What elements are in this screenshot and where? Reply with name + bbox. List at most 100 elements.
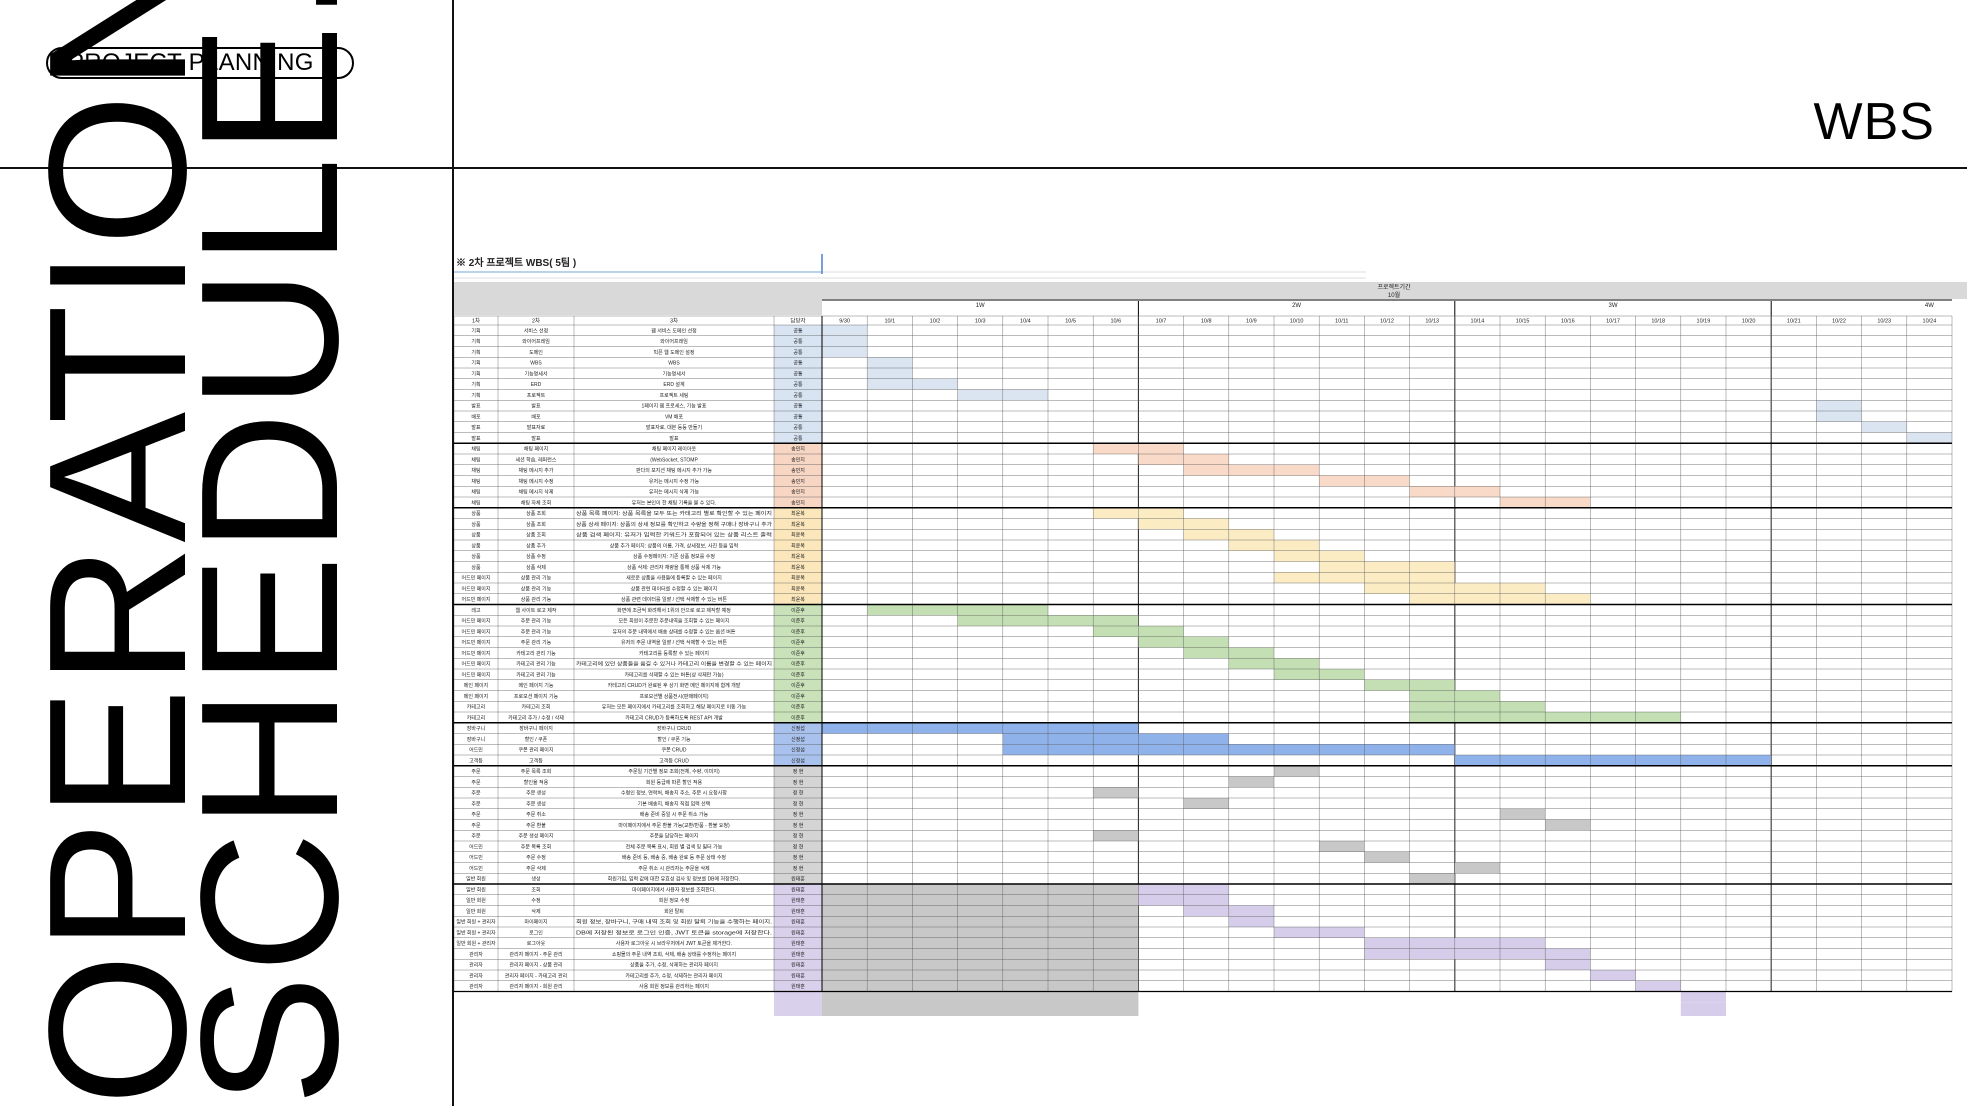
row-task: 카테고리 관리 기능 <box>516 661 556 668</box>
date-header: 10/23 <box>1877 319 1891 325</box>
row-detail: 수령인 정보, 연락처, 배송지 주소, 주문 시 요청사항 <box>621 790 727 797</box>
row-task: 상품 관리 기능 <box>521 585 552 592</box>
schedule-bar <box>1906 432 1952 444</box>
row-assignee: 정 현 <box>793 822 804 829</box>
row-assignee: 이준후 <box>791 607 805 614</box>
row-assignee: 원태훈 <box>791 897 805 904</box>
date-header: 10/4 <box>1020 319 1031 325</box>
row-assignee: 정 현 <box>793 768 804 775</box>
row-detail: 주문을 담당하는 페이지 <box>650 833 699 840</box>
row-task: 상품 삭제 <box>526 564 546 571</box>
side-title-line2: SCHEDULE. <box>160 0 379 1106</box>
schedule-bar <box>1093 830 1139 841</box>
row-detail: WBS <box>668 361 680 367</box>
schedule-bar <box>1680 991 1726 1003</box>
row-category: 관리자 <box>469 983 483 990</box>
row-category: 일반 회원 <box>466 897 486 904</box>
row-task: 주문 환불 <box>526 822 546 829</box>
row-assignee: 신정섭 <box>791 747 805 754</box>
row-detail: 웹 서비스 도메인 선정 <box>651 327 697 334</box>
date-header: 10/10 <box>1290 319 1304 325</box>
row-task: 수정 <box>531 897 540 904</box>
row-category: 상품 <box>471 510 481 517</box>
row-detail: 상품 상세 페이지: 상품의 상세 정보를 확인하고 수량을 정해 구매나 장바… <box>576 521 772 528</box>
row-task: 채팅 자체 조회 <box>521 499 551 506</box>
row-category: 기획 <box>471 370 480 377</box>
schedule-bar <box>1635 980 1681 992</box>
row-detail: 카테고리를 등록할 수 있는 페이지 <box>639 650 709 657</box>
row-detail: 발표자료, 대본 등등 만들기 <box>646 424 702 431</box>
row-task: 주문 관리 기능 <box>521 618 552 625</box>
row-assignee: 원태훈 <box>791 929 805 936</box>
row-assignee: 이준후 <box>791 661 805 668</box>
date-header: 10/15 <box>1516 319 1530 325</box>
date-header: 10/14 <box>1471 319 1485 325</box>
row-task: 채팅 메시지 추가 <box>519 467 554 474</box>
row-category: 발표 <box>471 424 481 431</box>
row-detail: 배송 준비 중일 시 주문 취소 가능 <box>640 811 709 818</box>
row-assignee: 공통 <box>793 382 803 388</box>
row-category: 일반 회원 <box>466 908 486 915</box>
row-detail: 마이페이지에서 사용자 정보를 조회한다. <box>632 886 716 893</box>
row-detail: 사용자 로그아웃 시 브라우저에서 JWT 토큰을 제거한다. <box>616 940 733 947</box>
row-task: 카테고리 추가 / 수정 / 삭제 <box>508 714 564 721</box>
row-task: 프로젝트 <box>527 392 546 399</box>
row-detail: 회원 정보, 장바구니, 구매 내역 조회 및 회원 탈퇴 기능을 수행하는 페… <box>576 919 772 926</box>
row-detail: 빅픈 웹 도메인 설정 <box>654 349 695 356</box>
row-category: 기획 <box>471 327 480 334</box>
row-detail: 카테고리를 삭제할 수 있는 버튼(상 삭제만 가능) <box>624 671 723 678</box>
date-header: 10/19 <box>1697 319 1711 325</box>
row-task: 상품 추가 <box>526 542 546 549</box>
row-assignee: 이준후 <box>791 650 805 657</box>
date-header: 10/24 <box>1923 319 1937 325</box>
row-category: 관리자 <box>469 951 483 958</box>
row-assignee: 공통 <box>793 361 803 367</box>
row-detail: 할인 / 쿠폰 기능 <box>657 736 691 743</box>
row-task: 배포 <box>531 413 541 420</box>
row-task: 로그아웃 <box>527 940 546 947</box>
row-category: 일반 회원 + 관리자 <box>456 940 496 947</box>
row-task: 로그인 <box>529 929 543 936</box>
row-assignee: 원태훈 <box>791 972 805 979</box>
row-task: 생성 <box>531 876 540 883</box>
schedule-bar <box>1364 851 1410 863</box>
column-header: 1차 <box>472 317 480 325</box>
row-detail: 모든 회원이 주문한 주문내역을 조회할 수 있는 페이지 <box>619 618 730 625</box>
date-header: 10/16 <box>1561 319 1575 325</box>
row-detail: 화면에 조금씩 화려해서 1위의 안으로 로고 제작할 예정 <box>617 607 731 614</box>
row-task: 삭제 <box>531 908 541 915</box>
row-category: 주문 <box>471 780 481 786</box>
schedule-bar <box>1274 765 1320 777</box>
row-category: 카테고리 <box>467 704 485 711</box>
row-category: 주문 <box>471 834 481 840</box>
week-label: 3W <box>1609 303 1618 309</box>
row-task: 관리자 페이지 - 카테고리 관리 <box>505 972 567 979</box>
row-assignee: 최윤복 <box>791 510 805 517</box>
row-assignee: 정 현 <box>793 779 804 786</box>
date-header: 9/30 <box>839 319 850 325</box>
row-assignee: 공통 <box>793 371 803 377</box>
schedule-bar <box>1364 948 1591 960</box>
month-label: 10월 <box>1388 291 1400 299</box>
row-assignee: 공통 <box>793 328 803 334</box>
row-assignee: 원태훈 <box>791 876 805 883</box>
row-task: 카테고리 관리 기능 <box>516 671 556 678</box>
row-assignee: 최윤복 <box>791 585 805 592</box>
row-task: 상품 수정 <box>526 553 546 560</box>
schedule-bar <box>1093 787 1139 798</box>
row-task: 조회 <box>531 886 540 893</box>
row-task: 채팅 메시지 삭제 <box>519 489 554 496</box>
schedule-bar <box>1409 701 1546 712</box>
row-category: 관리자 <box>469 962 483 969</box>
row-detail: 배송 준비 등, 배송 중, 배송 완료 등 주문 상태 수정 <box>622 854 726 861</box>
row-assignee: 정 현 <box>793 800 804 807</box>
row-category: 어드민 페이지 <box>462 575 491 582</box>
schedule-bar <box>822 335 868 347</box>
period-label: 프로젝트기간 <box>1377 283 1411 291</box>
row-task: 웹 사이트 로고 제작 <box>516 607 557 614</box>
row-category: 주문 <box>471 769 481 775</box>
schedule-bar <box>822 346 868 358</box>
row-category: 어드민 <box>469 865 483 872</box>
row-task: 프로모션 페이지 기능 <box>514 693 559 700</box>
row-detail: 유저는 메시지 삭제 가능 <box>649 489 700 496</box>
